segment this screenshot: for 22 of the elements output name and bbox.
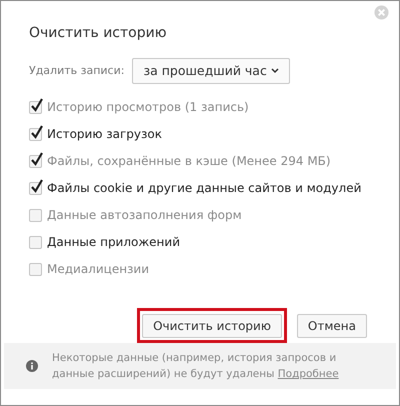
checkbox[interactable] <box>29 154 42 168</box>
option-label: Историю загрузок <box>47 126 162 143</box>
footer-note: Некоторые данные (например, история запросов и данные расширений) не будут удалены Подробнее <box>52 351 340 382</box>
checkbox[interactable] <box>29 182 42 194</box>
option-label: Историю просмотров (1 запись) <box>47 99 249 116</box>
option-label: Данные приложений <box>47 234 180 251</box>
dialog-button[interactable]: Очистить историю <box>142 314 282 338</box>
option-label: Файлы, сохранённые в кэше (Менее 294 МБ) <box>47 153 331 170</box>
option-label: Файлы cookie и другие данные сайтов и модулей <box>47 180 362 197</box>
range-dropdown[interactable]: за прошедший час <box>132 58 290 84</box>
checkbox[interactable] <box>29 100 42 114</box>
option-label: Медиалицензии <box>47 261 150 278</box>
range-label: Удалить записи: <box>29 62 124 79</box>
checkbox[interactable] <box>29 262 42 276</box>
info-icon <box>26 360 38 372</box>
dialog-button[interactable]: Отмена <box>296 314 367 338</box>
checkbox[interactable] <box>29 128 42 140</box>
checkbox[interactable] <box>29 208 42 222</box>
option-label: Данные автозаполнения форм <box>47 207 242 224</box>
dialog-title: Очистить историю <box>29 24 168 43</box>
chevron-icon <box>271 68 280 74</box>
checkbox[interactable] <box>29 236 42 248</box>
